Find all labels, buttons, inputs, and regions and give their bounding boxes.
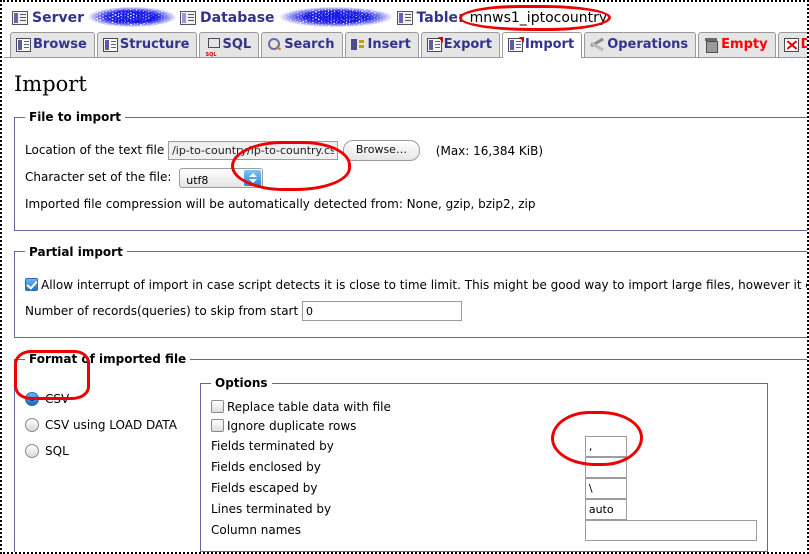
tab-drop[interactable]: Drop [777, 32, 807, 57]
charset-label: Character set of the file: [25, 170, 172, 184]
fields-enclosed-label: Fields enclosed by [211, 460, 321, 474]
fields-escaped-label: Fields escaped by [211, 481, 318, 495]
database-icon [180, 11, 197, 25]
column-names-input[interactable] [584, 520, 757, 541]
ignore-duplicate-rows-row: Ignore duplicate rows [211, 417, 757, 436]
table-name-wrap: mnws1_iptocountry [458, 5, 612, 31]
tab-insert[interactable]: Insert [344, 32, 419, 57]
tab-browse-label: Browse [33, 37, 87, 52]
table-icon [396, 11, 413, 25]
annotation-ring-fields-terminated [551, 411, 643, 466]
lines-terminated-row: Lines terminated by [211, 499, 757, 520]
ignore-duplicate-rows-checkbox[interactable] [211, 419, 224, 432]
column-names-label: Column names [211, 523, 302, 537]
browse-icon [16, 38, 31, 52]
tab-import-label: Import [524, 37, 575, 52]
tab-bar: Browse Structure SQL Search Insert Expor… [4, 32, 807, 67]
ignore-duplicate-rows-label: Ignore duplicate rows [227, 419, 357, 433]
tab-sql-label: SQL [222, 37, 252, 52]
annotation-ring-csv-radio [14, 350, 90, 400]
tab-structure[interactable]: Structure [96, 32, 198, 57]
tab-export-label: Export [443, 37, 492, 52]
column-names-row: Column names [211, 520, 757, 541]
breadcrumb-database-label: Database [200, 10, 275, 26]
compression-note: Imported file compression will be automa… [25, 196, 536, 211]
screenshot-frame: Server Database Table: mnws1_iptocountry… [0, 0, 809, 554]
lines-terminated-label: Lines terminated by [211, 502, 332, 516]
breadcrumb: Server Database Table: mnws1_iptocountry [4, 4, 807, 31]
tab-import[interactable]: Import [501, 32, 583, 58]
export-icon [426, 37, 443, 52]
fields-terminated-label: Fields terminated by [211, 439, 334, 453]
tab-search[interactable]: Search [261, 32, 343, 57]
lines-terminated-input[interactable] [584, 499, 627, 520]
table-name-value: mnws1_iptocountry [469, 10, 608, 26]
file-location-row: Location of the text file Browse… (Max: … [25, 140, 807, 161]
skip-records-row: Number of records(queries) to skip from … [25, 301, 807, 321]
sql-icon [205, 38, 221, 67]
options-fieldset: Options Replace table data with file Ign… [200, 376, 768, 552]
breadcrumb-server[interactable]: Server [12, 10, 84, 26]
breadcrumb-table[interactable]: Table: [396, 10, 464, 26]
tab-empty[interactable]: Empty [698, 32, 776, 57]
tab-export[interactable]: Export [420, 32, 500, 57]
format-fieldset: Format of imported file CSV CSV using LO… [14, 352, 807, 552]
file-to-import-legend: File to import [29, 110, 122, 124]
tab-browse[interactable]: Browse [10, 32, 95, 57]
browse-button[interactable]: Browse… [342, 140, 420, 161]
redaction-scribble-server [86, 6, 179, 28]
import-icon [507, 37, 524, 52]
format-choice-sql-label: SQL [45, 444, 69, 458]
server-icon [12, 11, 28, 25]
fields-terminated-row: Fields terminated by [211, 436, 757, 457]
fields-escaped-input[interactable] [584, 478, 627, 499]
operations-icon [590, 38, 605, 52]
format-choice-sql[interactable]: SQL [25, 444, 200, 458]
trash-icon [704, 38, 719, 53]
allow-interrupt-checkbox[interactable] [25, 277, 38, 291]
file-location-label: Location of the text file [25, 143, 165, 157]
annotation-ring-file-path [231, 141, 351, 191]
tab-operations[interactable]: Operations [584, 32, 697, 57]
drop-icon [783, 38, 799, 52]
skip-records-input[interactable] [302, 301, 463, 321]
tab-operations-label: Operations [607, 37, 689, 52]
tab-empty-label: Empty [721, 37, 768, 52]
partial-import-legend: Partial import [29, 244, 123, 259]
structure-icon [102, 38, 118, 52]
format-choice-csv-load-data[interactable]: CSV using LOAD DATA [25, 418, 200, 432]
insert-icon [350, 38, 366, 52]
format-choice-csv-load-data-label: CSV using LOAD DATA [45, 418, 177, 432]
tab-insert-label: Insert [367, 37, 411, 52]
csv-load-data-radio[interactable] [25, 418, 39, 432]
phpmyadmin-page: Server Database Table: mnws1_iptocountry… [4, 4, 807, 552]
max-size-note: (Max: 16,384 KiB) [435, 143, 544, 158]
tab-sql[interactable]: SQL [199, 32, 260, 67]
breadcrumb-database[interactable]: Database [180, 10, 275, 26]
replace-table-data-row: Replace table data with file [211, 398, 757, 417]
tab-search-label: Search [284, 37, 335, 52]
breadcrumb-server-label: Server [32, 10, 85, 26]
tab-drop-label: Drop [801, 37, 807, 52]
fields-enclosed-row: Fields enclosed by [211, 457, 757, 478]
import-content: Import File to import Location of the te… [4, 58, 807, 552]
file-to-import-fieldset: File to import Location of the text file… [14, 110, 807, 231]
replace-table-data-checkbox[interactable] [211, 400, 224, 413]
replace-table-data-label: Replace table data with file [227, 400, 391, 414]
partial-import-fieldset: Partial import Allow interrupt of import… [14, 244, 807, 338]
skip-records-label: Number of records(queries) to skip from … [25, 303, 299, 318]
redaction-scribble-database [276, 6, 395, 28]
options-legend: Options [215, 376, 268, 390]
charset-row: Character set of the file: utf8 [25, 167, 807, 188]
format-body: CSV CSV using LOAD DATA SQL Options Repl… [25, 376, 807, 552]
allow-interrupt-label: Allow interrupt of import in case script… [41, 277, 807, 292]
search-icon [267, 38, 282, 52]
page-title: Import [14, 72, 87, 96]
charset-select-value: utf8 [186, 173, 209, 187]
allow-interrupt-row: Allow interrupt of import in case script… [25, 275, 807, 295]
tab-structure-label: Structure [119, 37, 190, 52]
breadcrumb-table-label: Table: [416, 10, 464, 26]
sql-radio[interactable] [25, 444, 39, 458]
fields-escaped-row: Fields escaped by [211, 478, 757, 499]
